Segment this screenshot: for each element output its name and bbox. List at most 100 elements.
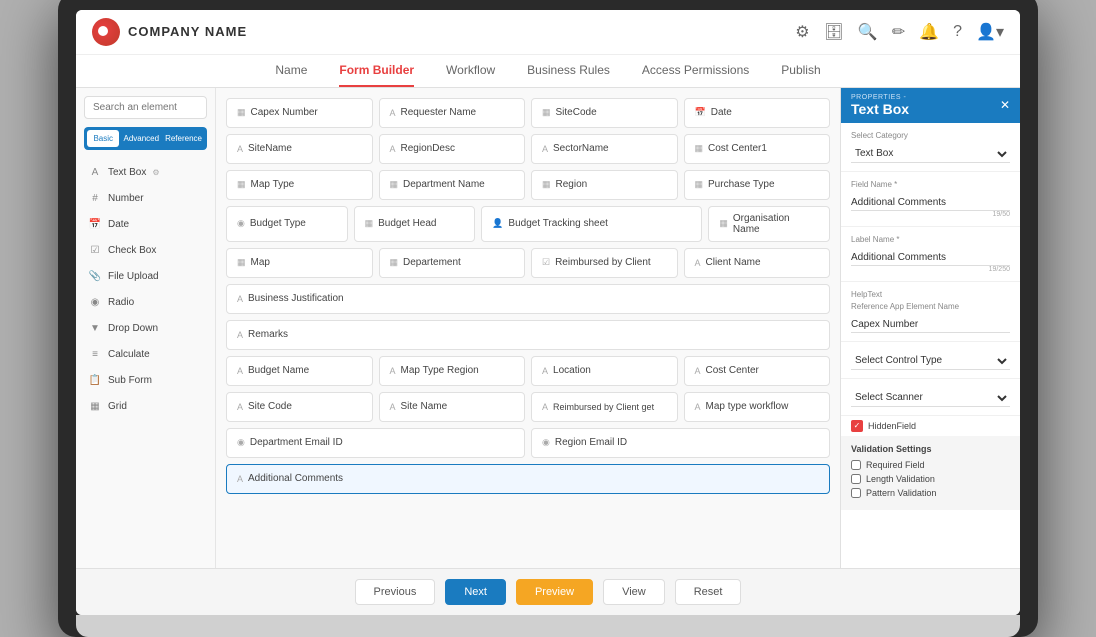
field-requester-name[interactable]: ARequester Name bbox=[379, 98, 526, 128]
sidebar-item-checkbox[interactable]: ☑ Check Box bbox=[84, 238, 207, 264]
field-additional-comments[interactable]: AAdditional Comments bbox=[226, 464, 830, 494]
topbar: COMPANY NAME ⚙ 🗄 🔍 ✏ 🔔 ? 👤▾ bbox=[76, 10, 1020, 55]
tab-workflow[interactable]: Workflow bbox=[446, 63, 495, 87]
field-sitename2[interactable]: ASite Name bbox=[379, 392, 526, 422]
field-budgettracking[interactable]: 👤Budget Tracking sheet bbox=[481, 206, 702, 242]
field-map[interactable]: ▦Map bbox=[226, 248, 373, 278]
edit-icon[interactable]: ✏ bbox=[892, 22, 905, 42]
sidebar-item-number[interactable]: # Number bbox=[84, 186, 207, 212]
dropdown-icon: ▼ bbox=[88, 322, 102, 336]
hidden-field-label: HiddenField bbox=[868, 421, 916, 431]
field-sitecode2[interactable]: ASite Code bbox=[226, 392, 373, 422]
field-location[interactable]: ALocation bbox=[531, 356, 678, 386]
field-icon: ▦ bbox=[237, 107, 246, 118]
labelname-input[interactable] bbox=[851, 250, 1010, 266]
field-icon: A bbox=[237, 402, 243, 412]
sidebar-tab-reference[interactable]: Reference bbox=[163, 130, 204, 147]
field-budgetname[interactable]: ABudget Name bbox=[226, 356, 373, 386]
field-icon: A bbox=[695, 366, 701, 376]
control-type-select[interactable]: Select Control Type bbox=[851, 352, 1010, 370]
form-row-2: ASiteName ARegionDesc ASectorName ▦Cost … bbox=[226, 134, 830, 164]
close-button[interactable]: ✕ bbox=[1000, 98, 1010, 112]
reset-button[interactable]: Reset bbox=[675, 579, 742, 605]
sidebar-item-dropdown[interactable]: ▼ Drop Down bbox=[84, 316, 207, 342]
search-input[interactable] bbox=[84, 96, 207, 119]
field-sectorname[interactable]: ASectorName bbox=[531, 134, 678, 164]
search-icon[interactable]: 🔍 bbox=[858, 22, 878, 42]
ref-element-label: Reference App Element Name bbox=[851, 302, 1010, 311]
field-departmentname[interactable]: ▦Department Name bbox=[379, 170, 526, 200]
sidebar-item-radio[interactable]: ◉ Radio bbox=[84, 290, 207, 316]
tab-access-permissions[interactable]: Access Permissions bbox=[642, 63, 749, 87]
field-maptypeworkflow[interactable]: AMap type workflow bbox=[684, 392, 831, 422]
field-capex-number[interactable]: ▦Capex Number bbox=[226, 98, 373, 128]
field-region-email[interactable]: ◉Region Email ID bbox=[531, 428, 830, 458]
field-maptyperegion[interactable]: AMap Type Region bbox=[379, 356, 526, 386]
sidebar-item-textbox[interactable]: A Text Box ⚙ bbox=[84, 160, 207, 186]
length-validation-checkbox[interactable] bbox=[851, 474, 861, 484]
settings-icon[interactable]: ⚙ bbox=[795, 22, 809, 42]
sidebar-item-label: Grid bbox=[108, 401, 127, 412]
field-label: Map Type Region bbox=[401, 365, 479, 376]
sidebar-item-grid[interactable]: ▦ Grid bbox=[84, 394, 207, 420]
next-button[interactable]: Next bbox=[445, 579, 506, 605]
field-icon: ▦ bbox=[542, 179, 551, 190]
field-orgname[interactable]: ▦Organisation Name bbox=[708, 206, 830, 242]
field-budgethead[interactable]: ▦Budget Head bbox=[354, 206, 476, 242]
field-dept-email[interactable]: ◉Department Email ID bbox=[226, 428, 525, 458]
field-sitecode[interactable]: ▦SiteCode bbox=[531, 98, 678, 128]
field-icon: 📅 bbox=[695, 107, 706, 118]
labelname-count: 19/250 bbox=[851, 266, 1010, 273]
field-date[interactable]: 📅Date bbox=[684, 98, 831, 128]
field-reimbursed[interactable]: ☑Reimbursed by Client bbox=[531, 248, 678, 278]
subform-icon: 📋 bbox=[88, 374, 102, 388]
form-row-4: ◉Budget Type ▦Budget Head 👤Budget Tracki… bbox=[226, 206, 830, 242]
field-business-justification[interactable]: ABusiness Justification bbox=[226, 284, 830, 314]
help-icon[interactable]: ? bbox=[953, 23, 962, 41]
database-icon[interactable]: 🗄 bbox=[824, 22, 844, 42]
preview-button[interactable]: Preview bbox=[516, 579, 593, 605]
field-costcenter[interactable]: ACost Center bbox=[684, 356, 831, 386]
sidebar-item-calculate[interactable]: ≡ Calculate bbox=[84, 342, 207, 368]
field-sitename[interactable]: ASiteName bbox=[226, 134, 373, 164]
pattern-validation-checkbox[interactable] bbox=[851, 488, 861, 498]
hidden-field-checkbox[interactable]: ✓ bbox=[851, 420, 863, 432]
field-budgettype[interactable]: ◉Budget Type bbox=[226, 206, 348, 242]
tab-form-builder[interactable]: Form Builder bbox=[339, 63, 414, 87]
field-maptype[interactable]: ▦Map Type bbox=[226, 170, 373, 200]
tab-publish[interactable]: Publish bbox=[781, 63, 820, 87]
fieldname-input[interactable] bbox=[851, 195, 1010, 211]
sidebar-item-fileupload[interactable]: 📎 File Upload bbox=[84, 264, 207, 290]
sidebar-tab-advanced[interactable]: Advanced bbox=[121, 130, 161, 147]
pattern-validation-label: Pattern Validation bbox=[866, 488, 936, 498]
sidebar-item-date[interactable]: 📅 Date bbox=[84, 212, 207, 238]
logo-icon bbox=[92, 18, 120, 46]
field-reimbursedget[interactable]: AReimbursed by Client get bbox=[531, 392, 678, 422]
required-field-checkbox[interactable] bbox=[851, 460, 861, 470]
fieldname-section: Field Name * 19/50 bbox=[841, 172, 1020, 227]
field-remarks[interactable]: ARemarks bbox=[226, 320, 830, 350]
field-departement[interactable]: ▦Departement bbox=[379, 248, 526, 278]
scanner-select[interactable]: Select Scanner bbox=[851, 389, 1010, 407]
view-button[interactable]: View bbox=[603, 579, 665, 605]
form-row-6: ABusiness Justification bbox=[226, 284, 830, 314]
field-regiondesc[interactable]: ARegionDesc bbox=[379, 134, 526, 164]
sidebar-item-subform[interactable]: 📋 Sub Form bbox=[84, 368, 207, 394]
field-clientname[interactable]: AClient Name bbox=[684, 248, 831, 278]
field-label: Budget Tracking sheet bbox=[508, 218, 608, 229]
previous-button[interactable]: Previous bbox=[355, 579, 436, 605]
user-icon[interactable]: 👤▾ bbox=[976, 22, 1004, 42]
tab-name[interactable]: Name bbox=[275, 63, 307, 87]
sidebar-tab-basic[interactable]: Basic bbox=[87, 130, 119, 147]
ref-element-input[interactable] bbox=[851, 317, 1010, 333]
field-costcenter1[interactable]: ▦Cost Center1 bbox=[684, 134, 831, 164]
labelname-section: Label Name * 19/250 bbox=[841, 227, 1020, 282]
field-purchasetype[interactable]: ▦Purchase Type bbox=[684, 170, 831, 200]
notification-icon[interactable]: 🔔 bbox=[919, 22, 939, 42]
category-section: Select Category Text Box bbox=[841, 123, 1020, 172]
laptop-base bbox=[76, 615, 1020, 637]
field-region[interactable]: ▦Region bbox=[531, 170, 678, 200]
category-select[interactable]: Text Box bbox=[851, 145, 1010, 163]
tab-business-rules[interactable]: Business Rules bbox=[527, 63, 610, 87]
field-label: Cost Center1 bbox=[708, 143, 767, 154]
